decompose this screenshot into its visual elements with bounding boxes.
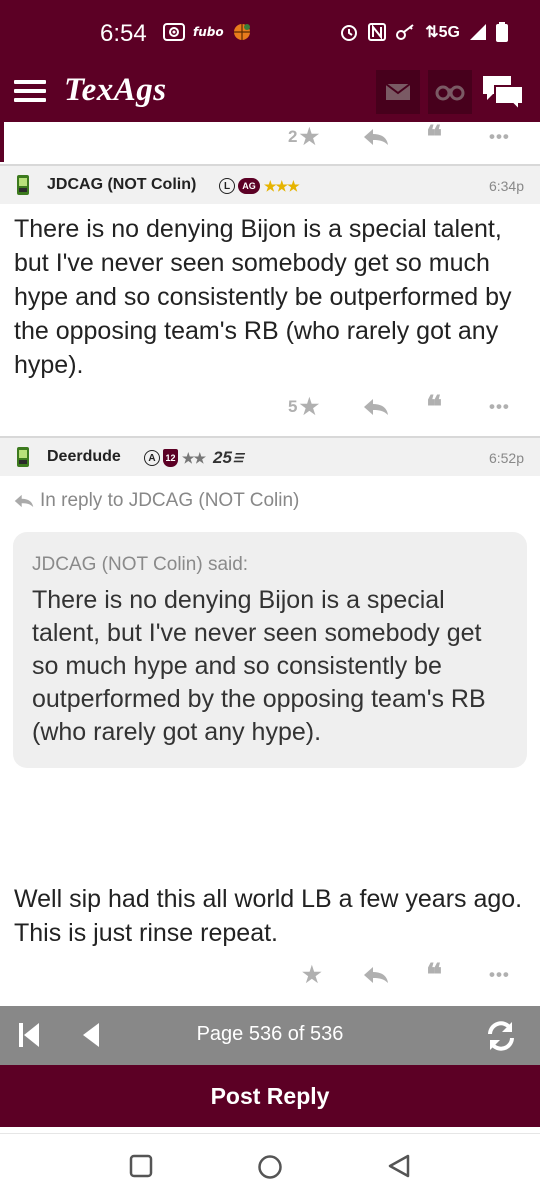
badge-l: L xyxy=(219,178,235,194)
more-icon: ••• xyxy=(489,965,510,984)
chat-icon xyxy=(483,76,524,110)
post-author[interactable]: Deerdude xyxy=(47,448,121,466)
back-icon[interactable] xyxy=(387,1154,411,1178)
fubo-icon: fubo xyxy=(193,25,224,39)
nfc-icon xyxy=(368,23,387,41)
status-time: 6:54 xyxy=(100,20,147,47)
more-icon: ••• xyxy=(489,127,510,146)
menu-icon[interactable] xyxy=(14,80,46,104)
star-icon: ★ xyxy=(299,124,320,149)
reply-icon xyxy=(364,399,388,415)
binoculars-icon xyxy=(435,85,465,101)
page-indicator: Page 536 of 536 xyxy=(196,1023,344,1045)
basketball-icon xyxy=(233,24,250,40)
quote-text: There is no denying Bijon is a special t… xyxy=(32,586,486,746)
signal-icon xyxy=(470,24,486,40)
network-type: ⇅5G xyxy=(425,24,460,41)
pagination-bar: Page 536 of 536 xyxy=(0,1006,540,1065)
more-options-button[interactable]: ••• xyxy=(489,122,510,152)
reply-icon xyxy=(364,967,388,983)
alarm-icon xyxy=(341,25,358,41)
quote-button[interactable]: ❝ xyxy=(426,958,443,992)
quote-block: JDCAG (NOT Colin) said: There is no deny… xyxy=(13,532,527,768)
more-options-button[interactable]: ••• xyxy=(489,392,510,422)
year-badge: 25 ☰ xyxy=(213,448,244,467)
post-body: There is no denying Bijon is a special t… xyxy=(14,215,512,379)
quote-button[interactable]: ❝ xyxy=(426,390,443,424)
star-rating-button[interactable]: 5 ★ xyxy=(288,392,319,422)
reply-icon xyxy=(364,129,388,145)
app-header: TexAgs xyxy=(0,62,540,122)
post-actions: 5 ★ ❝ ••• xyxy=(0,390,540,424)
quote-attribution[interactable]: JDCAG (NOT Colin) said: xyxy=(32,554,248,576)
post-header: JDCAG (NOT Colin) L AG ★★★ 6:34p xyxy=(0,164,540,204)
star-rating-button[interactable]: ★ xyxy=(302,960,322,990)
previous-post-actions: 2 ★ ❝ ••• xyxy=(0,122,540,154)
in-reply-to-link[interactable]: In reply to JDCAG (NOT Colin) xyxy=(14,490,299,512)
badge-12th-man: 12 xyxy=(163,449,178,467)
post-header: Deerdude A 12 ★★ 25 ☰ 6:52p xyxy=(0,436,540,476)
quote-button[interactable]: ❝ xyxy=(426,122,443,154)
rating-stars: ★★★ xyxy=(264,177,300,194)
reply-button[interactable] xyxy=(363,122,389,152)
post-actions: ★ ❝ ••• xyxy=(0,958,540,992)
star-icon: ★ xyxy=(302,962,322,987)
reply-button[interactable] xyxy=(363,960,389,990)
quote-icon: ❝ xyxy=(426,390,443,424)
post-author[interactable]: JDCAG (NOT Colin) xyxy=(47,176,196,194)
reply-button[interactable] xyxy=(363,392,389,422)
star-count: 5 xyxy=(288,397,298,416)
reply-arrow-icon xyxy=(14,494,34,508)
star-rating-button[interactable]: 2 ★ xyxy=(288,122,319,152)
quote-icon: ❝ xyxy=(426,122,443,154)
star-icon: ★ xyxy=(299,394,320,419)
mobile-phone-icon xyxy=(17,175,29,195)
rating-stars: ★★ xyxy=(182,449,206,466)
status-bar: 6:54 fubo ⇅5G xyxy=(0,0,540,62)
system-navigation-bar xyxy=(0,1133,540,1200)
recent-apps-icon[interactable] xyxy=(129,1154,153,1178)
forums-button[interactable] xyxy=(478,70,528,114)
mobile-phone-icon xyxy=(17,447,29,467)
quote-icon: ❝ xyxy=(426,958,443,992)
status-notification-icons: fubo xyxy=(163,22,252,42)
mail-icon xyxy=(385,83,411,100)
badge-a: A xyxy=(144,450,160,466)
thread-content: 2 ★ ❝ ••• JDCAG (NOT Colin) L AG ★★★ 6:3… xyxy=(0,122,540,1006)
status-system-icons: ⇅5G xyxy=(339,22,508,42)
battery-icon xyxy=(496,22,508,42)
more-icon: ••• xyxy=(489,397,510,416)
cast-icon xyxy=(163,23,185,41)
site-logo[interactable]: TexAgs xyxy=(64,72,167,109)
reply-to-text: In reply to JDCAG (NOT Colin) xyxy=(40,490,300,511)
post-reply-button[interactable]: Post Reply xyxy=(0,1065,540,1127)
post-time: 6:34p xyxy=(488,178,524,194)
more-options-button[interactable]: ••• xyxy=(489,960,510,990)
home-icon[interactable] xyxy=(257,1154,283,1180)
star-count: 2 xyxy=(288,127,298,146)
key-icon xyxy=(396,24,414,40)
messages-button[interactable] xyxy=(376,70,420,114)
watching-button[interactable] xyxy=(428,70,472,114)
badge-ag: AG xyxy=(238,178,260,194)
post-time: 6:52p xyxy=(488,450,524,466)
refresh-icon[interactable] xyxy=(484,1020,518,1052)
post-body: Well sip had this all world LB a few yea… xyxy=(14,885,523,947)
